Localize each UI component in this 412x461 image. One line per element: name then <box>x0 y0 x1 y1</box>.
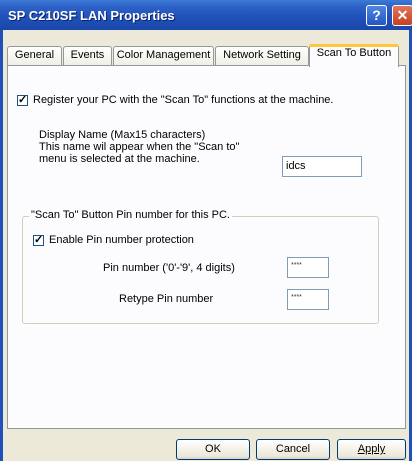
display-name-hint-line1: This name wil appear when the "Scan to" <box>39 141 240 153</box>
properties-dialog: SP C210SF LAN Properties ? ✕ General Eve… <box>0 0 412 461</box>
retype-pin-label: Retype Pin number <box>119 293 214 305</box>
display-name-label: Display Name (Max15 characters) <box>39 129 206 141</box>
cancel-button[interactable]: Cancel <box>256 439 330 460</box>
tab-network-setting[interactable]: Network Setting <box>215 46 309 65</box>
pin-number-input[interactable]: **** <box>287 257 329 278</box>
close-icon[interactable]: ✕ <box>392 5 412 26</box>
register-checkbox[interactable]: ✓ <box>17 95 28 106</box>
tab-scan-to-button[interactable]: Scan To Button <box>309 44 399 67</box>
tab-general[interactable]: General <box>7 46 62 65</box>
enable-pin-checkbox[interactable]: ✓ <box>33 235 44 246</box>
display-name-hint-line2: menu is selected at the machine. <box>39 153 200 165</box>
enable-pin-label: Enable Pin number protection <box>49 234 194 246</box>
ok-button[interactable]: OK <box>176 439 250 460</box>
register-label: Register your PC with the "Scan To" func… <box>33 94 334 106</box>
window-frame-left <box>0 30 3 461</box>
scan-to-button-panel: ✓ Register your PC with the "Scan To" fu… <box>7 65 406 429</box>
pin-group-legend: "Scan To" Button Pin number for this PC. <box>29 209 232 221</box>
help-icon[interactable]: ? <box>366 5 387 26</box>
apply-button[interactable]: Apply <box>337 439 406 460</box>
pin-groupbox: "Scan To" Button Pin number for this PC.… <box>22 209 379 324</box>
retype-pin-input[interactable]: **** <box>287 289 329 310</box>
tab-events[interactable]: Events <box>63 46 112 65</box>
window-title: SP C210SF LAN Properties <box>8 8 175 23</box>
title-bar[interactable]: SP C210SF LAN Properties ? ✕ <box>0 0 412 30</box>
tab-color-management[interactable]: Color Management <box>113 46 214 65</box>
pin-number-label: Pin number ('0'-'9', 4 digits) <box>103 262 235 274</box>
display-name-input[interactable]: idcs <box>282 156 362 177</box>
